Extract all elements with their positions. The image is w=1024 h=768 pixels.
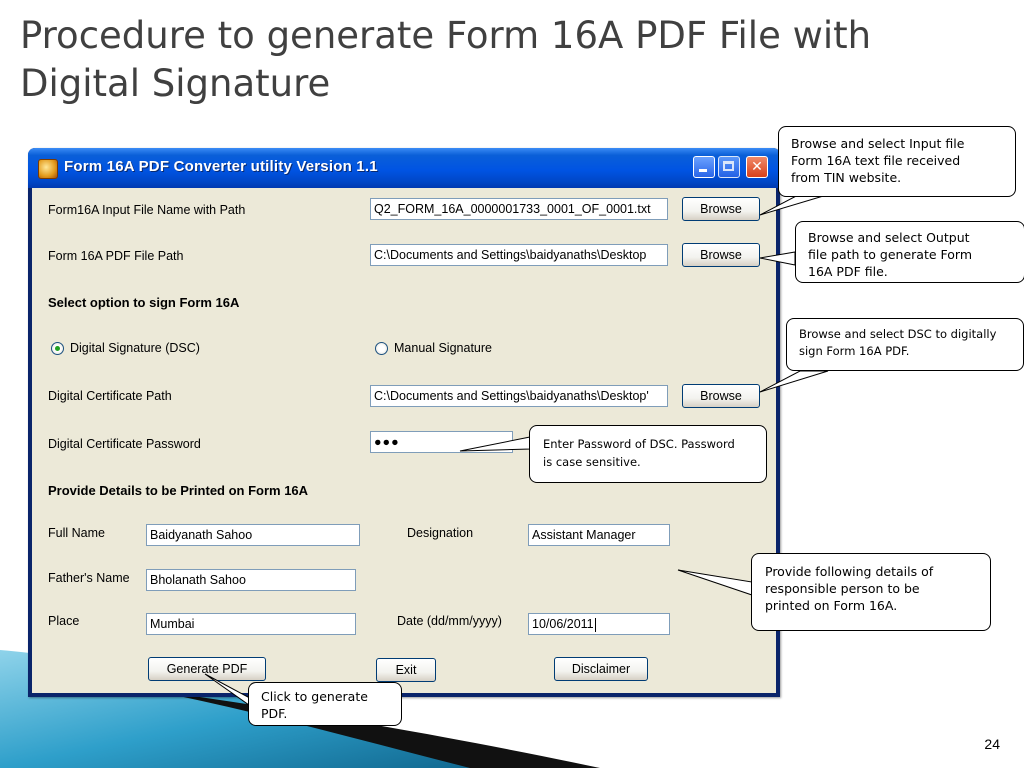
slide-number: 24 <box>984 736 1000 752</box>
callout-generate: Click to generate PDF. <box>248 682 402 726</box>
callout-generate-line2: PDF. <box>261 706 288 721</box>
leader-details <box>677 569 753 596</box>
callout-input-line3: from TIN website. <box>791 170 902 185</box>
callout-password-line1: Enter Password of DSC. Password <box>543 437 735 451</box>
leader-input <box>759 193 831 216</box>
callout-details-line2: responsible person to be <box>765 581 920 596</box>
callout-output-line2: file path to generate Form <box>808 247 973 262</box>
callout-details: Provide following details of responsible… <box>751 553 991 631</box>
callout-input-line1: Browse and select Input file <box>791 136 965 151</box>
leader-dsc <box>759 370 829 393</box>
callout-password-line2: is case sensitive. <box>543 455 641 469</box>
callout-output-line1: Browse and select Output <box>808 230 970 245</box>
callout-details-line3: printed on Form 16A. <box>765 598 898 613</box>
callout-dsc-line1: Browse and select DSC to digitally <box>799 327 997 341</box>
callout-output-line3: 16A PDF file. <box>808 264 888 279</box>
callout-dsc: Browse and select DSC to digitally sign … <box>786 318 1024 371</box>
callout-details-line1: Provide following details of <box>765 564 934 579</box>
leader-output <box>759 251 796 266</box>
callout-password: Enter Password of DSC. Password is case … <box>529 425 767 483</box>
callout-output-path: Browse and select Output file path to ge… <box>795 221 1024 283</box>
callout-leaders <box>204 193 831 711</box>
leader-password <box>459 436 531 452</box>
callout-generate-line1: Click to generate <box>261 689 368 704</box>
callout-dsc-line2: sign Form 16A PDF. <box>799 344 910 358</box>
callout-input-line2: Form 16A text file received <box>791 153 961 168</box>
callout-input-file: Browse and select Input file Form 16A te… <box>778 126 1016 197</box>
